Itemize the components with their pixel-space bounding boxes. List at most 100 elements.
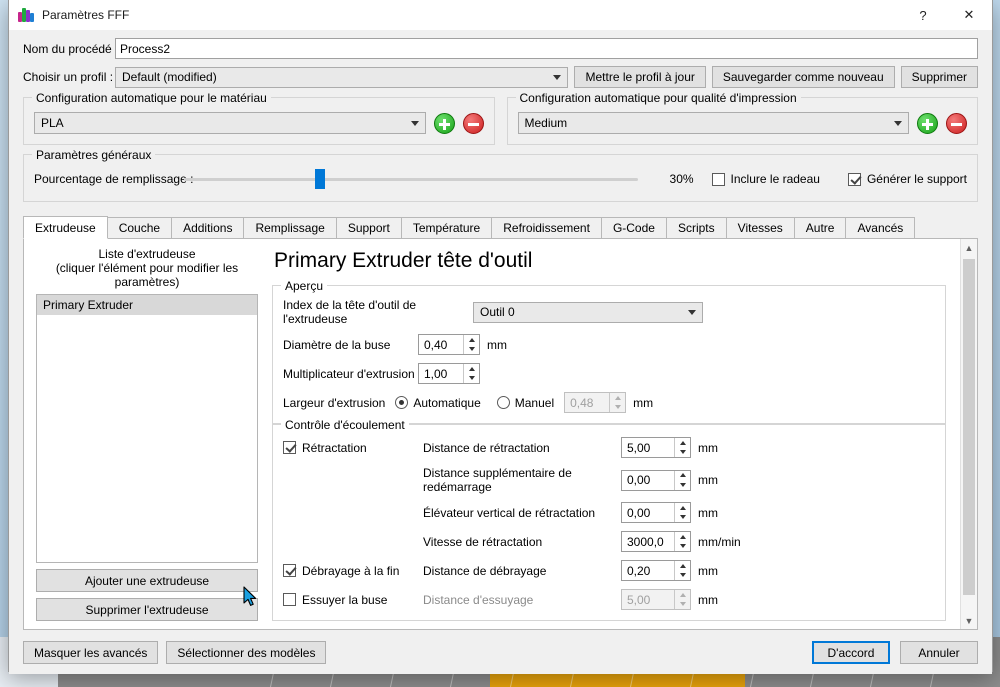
material-select[interactable]: PLA <box>34 112 426 134</box>
tab-strip: Extrudeuse Couche Additions Remplissage … <box>23 216 978 239</box>
wipe-nozzle-label: Essuyer la buse <box>302 592 388 607</box>
tab-refroidissement[interactable]: Refroidissement <box>491 217 602 238</box>
tab-vitesses[interactable]: Vitesses <box>725 217 795 238</box>
stepper-up-icon[interactable] <box>464 364 479 374</box>
close-icon[interactable]: ✕ <box>946 0 992 30</box>
scroll-down-icon[interactable]: ▼ <box>961 612 978 629</box>
stepper-down-icon[interactable] <box>675 448 690 458</box>
extrusion-width-auto-radio[interactable]: Automatique <box>395 396 481 410</box>
general-settings-title: Paramètres généraux <box>32 148 156 162</box>
tab-extrudeuse[interactable]: Extrudeuse <box>23 216 108 239</box>
extra-restart-stepper[interactable]: 0,00 <box>621 469 691 491</box>
scrollbar-thumb[interactable] <box>963 259 975 595</box>
toolhead-index-select[interactable]: Outil 0 <box>473 301 703 323</box>
stepper-arrows[interactable] <box>674 561 690 580</box>
footer-left-buttons: Masquer les avancés Sélectionner des mod… <box>23 641 334 664</box>
remove-material-icon[interactable] <box>462 112 484 134</box>
quality-select[interactable]: Medium <box>517 112 909 134</box>
vertical-scrollbar[interactable]: ▲ ▼ <box>960 239 977 629</box>
update-profile-button[interactable]: Mettre le profil à jour <box>574 66 706 88</box>
tab-gcode[interactable]: G-Code <box>600 217 667 238</box>
infill-slider[interactable] <box>184 169 638 189</box>
add-material-icon[interactable] <box>433 112 455 134</box>
material-select-value: PLA <box>41 116 64 130</box>
stepper-arrows[interactable] <box>463 335 479 354</box>
stepper-arrows[interactable] <box>674 532 690 551</box>
tab-autre[interactable]: Autre <box>793 217 847 238</box>
vertical-lift-row: Élévateur vertical de rétractation 0,00 … <box>283 502 935 523</box>
save-as-new-button[interactable]: Sauvegarder comme nouveau <box>711 66 895 88</box>
tab-remplissage[interactable]: Remplissage <box>243 217 337 238</box>
extrusion-multiplier-row: Multiplicateur d'extrusion 1,00 <box>283 363 935 384</box>
wipe-nozzle-checkbox[interactable]: Essuyer la buse <box>283 593 423 607</box>
tab-couche[interactable]: Couche <box>106 217 173 238</box>
stepper-down-icon[interactable] <box>675 542 690 552</box>
stepper-arrows[interactable] <box>674 438 690 457</box>
stepper-up-icon[interactable] <box>464 335 479 345</box>
remove-quality-icon[interactable] <box>946 112 967 134</box>
checkbox-box <box>711 172 725 186</box>
extrusion-width-manual-radio[interactable]: Manuel <box>496 395 555 410</box>
extrusion-width-manual-label: Manuel <box>514 395 555 410</box>
generate-support-checkbox[interactable]: Générer le support <box>847 172 967 186</box>
stepper-down-icon[interactable] <box>675 480 690 490</box>
retract-distance-unit: mm <box>698 440 718 455</box>
retract-distance-stepper[interactable]: 5,00 <box>621 437 691 458</box>
remove-extruder-button[interactable]: Supprimer l'extrudeuse <box>36 598 258 621</box>
coast-at-end-checkbox[interactable]: Débrayage à la fin <box>283 564 423 578</box>
tab-additions[interactable]: Additions <box>171 217 245 238</box>
stepper-down-icon[interactable] <box>464 374 479 384</box>
retraction-checkbox[interactable]: Rétractation <box>283 441 423 455</box>
stepper-up-icon[interactable] <box>675 503 690 513</box>
scroll-up-icon[interactable]: ▲ <box>961 239 978 256</box>
stepper-up-icon <box>675 590 690 600</box>
radio-dot <box>496 396 510 409</box>
profile-select-value: Default (modified) <box>122 70 217 84</box>
quality-select-value: Medium <box>524 116 568 130</box>
stepper-up-icon[interactable] <box>675 438 690 448</box>
extrusion-multiplier-stepper[interactable]: 1,00 <box>418 363 480 384</box>
wipe-distance-label: Distance d'essuyage <box>423 592 534 607</box>
profile-row: Choisir un profil : Default (modified) M… <box>23 66 978 88</box>
profile-select[interactable]: Default (modified) <box>115 66 569 88</box>
vertical-lift-stepper[interactable]: 0,00 <box>621 502 691 523</box>
hide-advanced-button[interactable]: Masquer les avancés <box>23 641 159 664</box>
stepper-down-icon[interactable] <box>464 345 479 355</box>
add-quality-icon[interactable] <box>917 112 938 134</box>
stepper-arrows[interactable] <box>674 470 690 490</box>
retraction-row: Rétractation Distance de rétractation 5,… <box>283 437 935 458</box>
flow-control-group-title: Contrôle d'écoulement <box>281 418 409 432</box>
chevron-down-icon <box>688 310 696 315</box>
dialog-footer: Masquer les avancés Sélectionner des mod… <box>9 630 992 674</box>
tab-avances[interactable]: Avancés <box>845 217 916 238</box>
stepper-up-icon[interactable] <box>675 561 690 571</box>
window-title: Paramètres FFF <box>42 7 130 22</box>
extruder-list[interactable]: Primary Extruder <box>36 294 258 563</box>
tab-scripts[interactable]: Scripts <box>665 217 727 238</box>
select-models-button[interactable]: Sélectionner des modèles <box>166 641 327 664</box>
add-extruder-button[interactable]: Ajouter une extrudeuse <box>36 569 258 592</box>
nozzle-diameter-stepper[interactable]: 0,40 <box>418 334 480 355</box>
ok-button[interactable]: D'accord <box>812 641 890 664</box>
stepper-arrows[interactable] <box>674 503 690 522</box>
list-item[interactable]: Primary Extruder <box>37 295 257 315</box>
material-autoconfig-title: Configuration automatique pour le matéri… <box>32 91 271 105</box>
page-title: Primary Extruder tête d'outil <box>274 249 533 272</box>
stepper-up-icon[interactable] <box>675 532 690 542</box>
stepper-down-icon[interactable] <box>675 571 690 581</box>
vertical-lift-value: 0,00 <box>627 505 651 520</box>
toolhead-index-label: Index de la tête d'outil de l'extrudeuse <box>283 298 417 326</box>
help-button[interactable]: ? <box>900 0 946 30</box>
infill-slider-handle[interactable] <box>315 169 326 189</box>
tab-support[interactable]: Support <box>335 217 402 238</box>
cancel-button[interactable]: Annuler <box>900 641 978 664</box>
tab-temperature[interactable]: Température <box>400 217 493 238</box>
retract-speed-stepper[interactable]: 3000,0 <box>621 531 691 552</box>
coast-distance-stepper[interactable]: 0,20 <box>621 560 691 581</box>
stepper-arrows[interactable] <box>463 364 479 383</box>
stepper-up-icon[interactable] <box>675 471 690 481</box>
stepper-down-icon[interactable] <box>675 513 690 523</box>
delete-profile-button[interactable]: Supprimer <box>900 66 978 88</box>
include-raft-checkbox[interactable]: Inclure le radeau <box>711 172 820 186</box>
process-name-input[interactable] <box>115 38 978 59</box>
